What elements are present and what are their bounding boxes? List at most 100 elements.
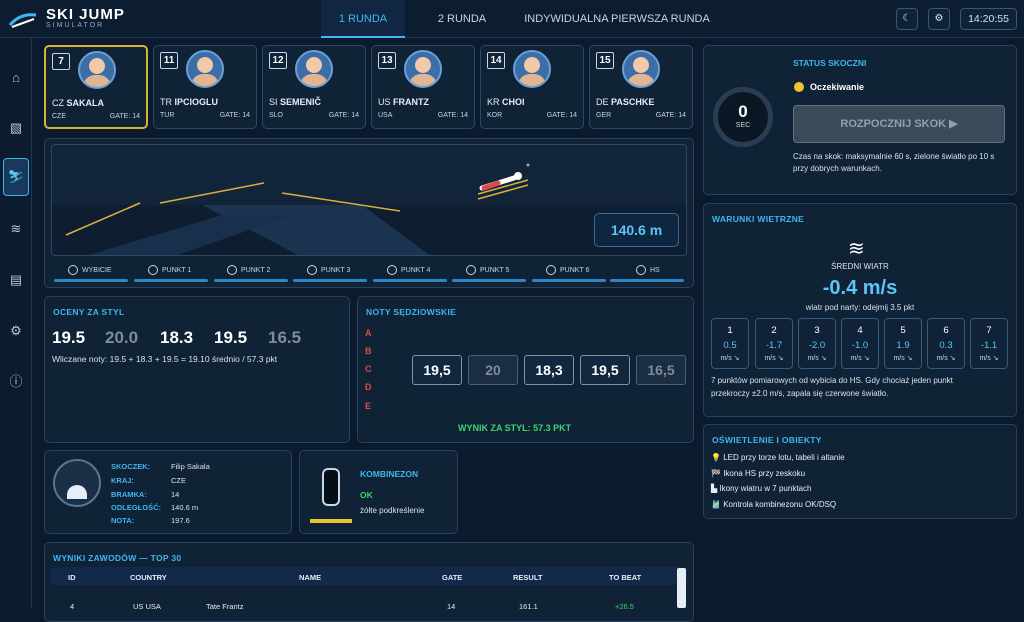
wind-icon[interactable]: ≋ <box>3 216 29 242</box>
judge-score-field[interactable]: 19,5 <box>580 355 630 385</box>
bib-number: 11 <box>160 52 178 69</box>
countdown-timer: 0 SEC <box>713 87 773 147</box>
style-score: 19.5 <box>214 328 248 347</box>
distance-display: 140.6 m <box>594 213 679 247</box>
suit-icon <box>322 468 340 506</box>
jumper-name: SI SEMENIČ <box>269 97 322 107</box>
wind-point: 6 0.3 m/s ↘ <box>927 318 965 369</box>
measure-point-3[interactable]: PUNKT 3 <box>307 265 350 275</box>
judge-score-field[interactable]: 20 <box>468 355 518 385</box>
jump-scene <box>51 144 687 256</box>
measure-point-1[interactable]: PUNKT 1 <box>148 265 191 275</box>
col-header[interactable]: COUNTRY <box>130 573 167 582</box>
jumper-card[interactable]: 14 KR CHOI KOR GATE: 14 <box>480 45 584 129</box>
table-cell: Tate Frantz <box>206 602 244 611</box>
wind-description: przekroczy ±2.0 m/s, zapala się czerwone… <box>711 389 889 398</box>
point-indicator-bar <box>610 279 684 282</box>
panel-title: WARUNKI WIETRZNE <box>712 214 805 224</box>
suit-status: OK <box>360 490 373 500</box>
info-value: Filip Sakala <box>171 462 210 471</box>
app-title: SKI JUMP <box>46 6 125 23</box>
jumper-country: TUR <box>160 112 175 119</box>
style-score: 19.5 <box>52 328 86 347</box>
col-header[interactable]: TO BEAT <box>609 573 641 582</box>
table-scrollbar[interactable] <box>677 568 686 608</box>
jumper-card[interactable]: 12 SI SEMENIČ SLO GATE: 14 <box>262 45 366 129</box>
suit-icon: 🎽 <box>711 500 721 509</box>
jumper-card[interactable]: 7 CZ SAKALA CZE GATE: 14 <box>44 45 148 129</box>
jumper-name: DE PASCHKE <box>596 97 655 107</box>
measure-point-takeoff[interactable]: WYBICIE <box>68 265 112 275</box>
jumper-card[interactable]: 15 DE PASCHKE GER GATE: 14 <box>589 45 693 129</box>
measure-point-hs[interactable]: HS <box>636 265 660 275</box>
top-bar: SKI JUMP SIMULATOR 1 RUNDA 2 RUNDA INDYW… <box>0 0 1024 38</box>
col-header[interactable]: NAME <box>299 573 321 582</box>
avatar <box>295 50 333 88</box>
jumper-card[interactable]: 11 TR IPCIOGLU TUR GATE: 14 <box>153 45 257 129</box>
judge-letter: E <box>365 401 372 411</box>
info-value: 197.6 <box>171 516 190 525</box>
jumper-name: KR CHOI <box>487 97 525 107</box>
judge-score-field[interactable]: 16,5 <box>636 355 686 385</box>
col-header[interactable]: ID <box>68 573 76 582</box>
judge-score-field[interactable]: 19,5 <box>412 355 462 385</box>
settings-icon[interactable]: ⚙ <box>3 318 29 344</box>
tab-round-1[interactable]: 1 RUNDA <box>321 0 405 38</box>
list-icon[interactable]: ▤ <box>3 267 29 293</box>
point-indicator-bar <box>293 279 367 282</box>
tab-round-2[interactable]: 2 RUNDA <box>420 0 504 38</box>
ski-jump-logo-icon <box>8 12 37 28</box>
avatar <box>622 50 660 88</box>
point-indicator-bar <box>54 279 128 282</box>
col-header[interactable]: GATE <box>442 573 462 582</box>
tab-individual-first-round[interactable]: INDYWIDUALNA PIERWSZA RUNDA <box>512 0 722 38</box>
point-indicator-bar <box>373 279 447 282</box>
hill-icon[interactable]: ▧ <box>3 115 29 141</box>
settings-button[interactable]: ⚙ <box>928 8 950 30</box>
info-value: 140.6 m <box>171 503 199 512</box>
bib-number: 13 <box>378 52 396 69</box>
bib-number: 15 <box>596 52 614 69</box>
info-label: ODLEGŁOŚĆ: <box>111 503 161 512</box>
avg-wind-label: ŚREDNI WIATR <box>831 262 889 271</box>
jumper-gate: GATE: 14 <box>109 113 140 120</box>
style-score-discarded: 20.0 <box>105 328 139 347</box>
info-icon[interactable]: ⓘ <box>3 369 29 395</box>
home-icon[interactable]: ⌂ <box>3 65 29 91</box>
theme-toggle-button[interactable]: ☾ <box>896 8 918 30</box>
jumper-country: GER <box>596 112 612 119</box>
judge-score-field[interactable]: 18,3 <box>524 355 574 385</box>
status-state: Oczekiwanie <box>810 82 865 92</box>
wind-point: 4 -1.0 m/s ↘ <box>841 318 879 369</box>
jumper-name: US FRANTZ <box>378 97 430 107</box>
jump-icon[interactable]: ⛷ <box>3 158 29 196</box>
jumper-name: CZ SAKALA <box>52 98 105 108</box>
lighting-item: ▙ Ikony wiatru w 7 punktach <box>711 484 812 493</box>
panel-title: NOTY SĘDZIOWSKIE <box>366 307 457 317</box>
jumper-gate: GATE: 14 <box>328 112 359 119</box>
table-cell: US USA <box>133 602 161 611</box>
bib-number: 12 <box>269 52 287 69</box>
jumper-gate: GATE: 14 <box>437 112 468 119</box>
point-indicator-bar <box>214 279 288 282</box>
avatar <box>186 50 224 88</box>
measure-point-6[interactable]: PUNKT 6 <box>546 265 589 275</box>
col-header[interactable]: RESULT <box>513 573 542 582</box>
gear-icon: ⚙ <box>934 13 944 24</box>
start-jump-button[interactable]: ROZPOCZNIJ SKOK ▶ <box>793 105 1005 143</box>
measure-point-2[interactable]: PUNKT 2 <box>227 265 270 275</box>
info-value: CZE <box>171 476 186 485</box>
table-cell: 4 <box>70 602 75 611</box>
lighting-item: 🏁 Ikona HS przy zeskoku <box>711 469 806 478</box>
info-value: 14 <box>171 490 180 499</box>
jumper-card[interactable]: 13 US FRANTZ USA GATE: 14 <box>371 45 475 129</box>
info-label: NOTA: <box>111 516 135 525</box>
measure-point-4[interactable]: PUNKT 4 <box>387 265 430 275</box>
sidebar: ⌂ ▧ ⛷ ≋ ▤ ⚙ ⓘ <box>0 38 32 608</box>
suit-title: KOMBINEZON <box>360 469 419 479</box>
style-result: WYNIK ZA STYL: 57.3 PKT <box>458 423 572 433</box>
measure-point-5[interactable]: PUNKT 5 <box>466 265 509 275</box>
wind-note: wiatr pod narty: odejmij 3.5 pkt <box>805 303 915 312</box>
wind-point: 3 -2.0 m/s ↘ <box>798 318 836 369</box>
bulb-icon: 💡 <box>711 453 721 462</box>
